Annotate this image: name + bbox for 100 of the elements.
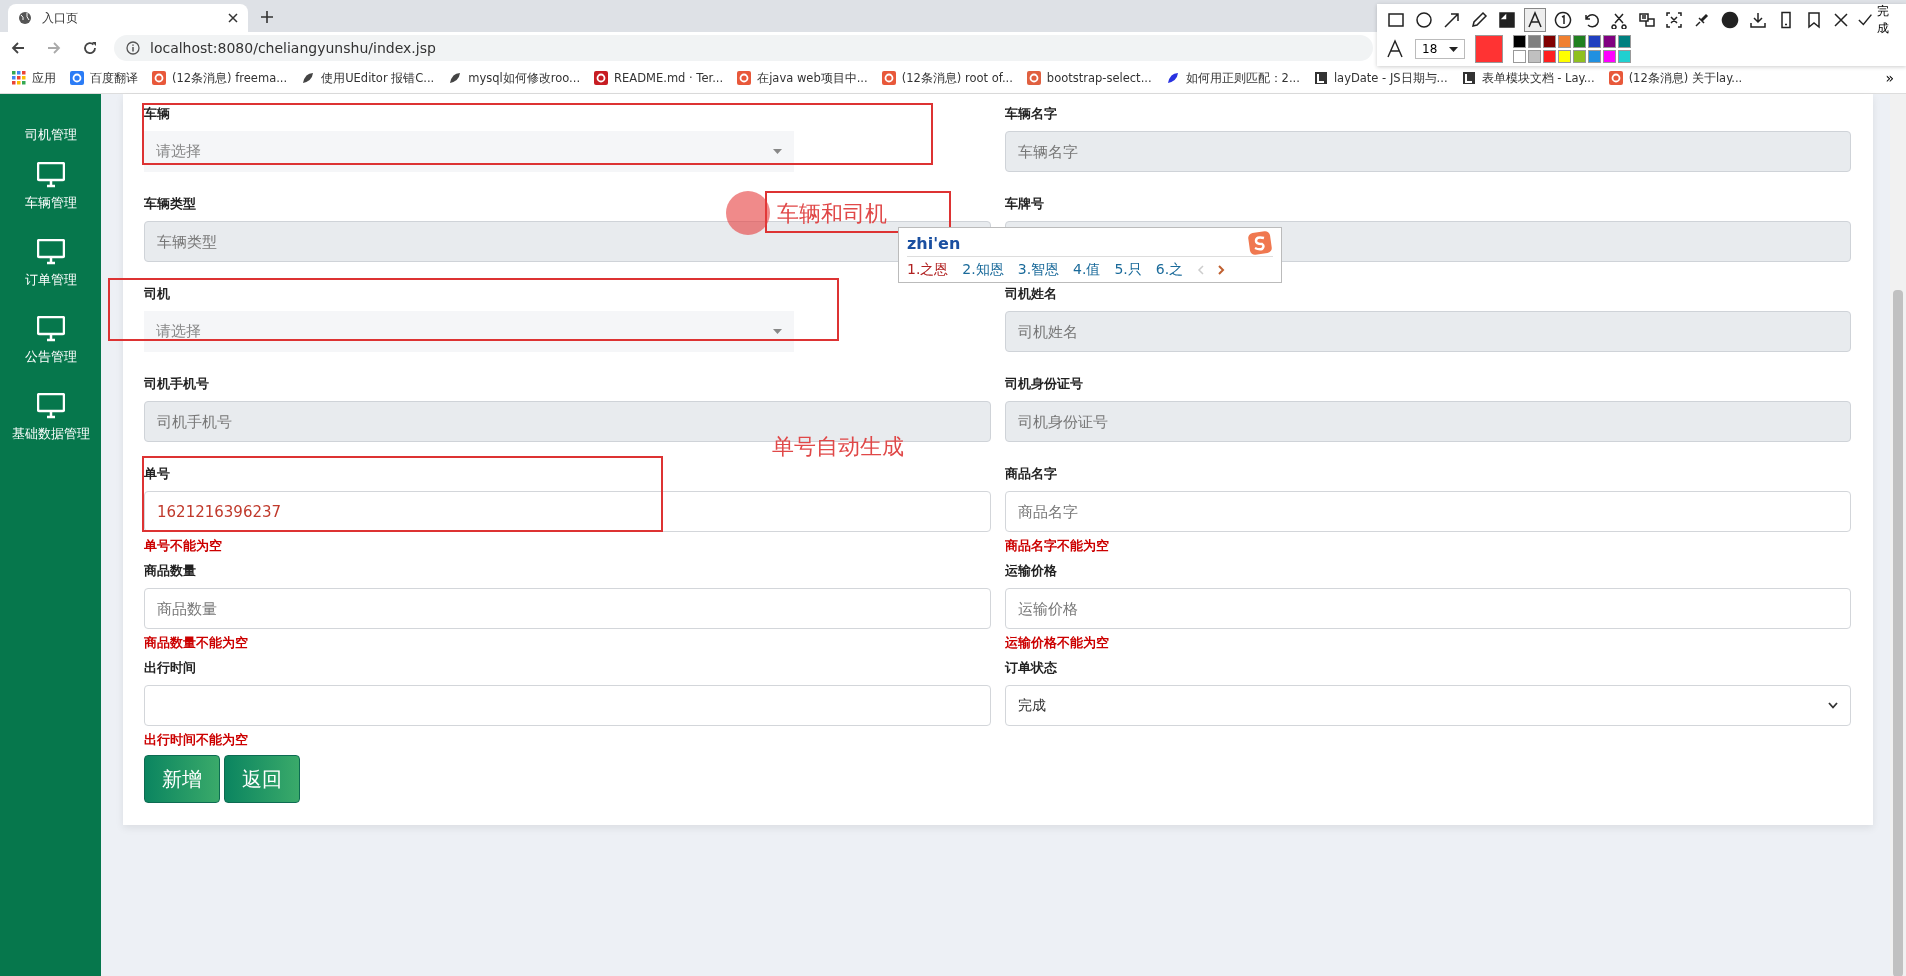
field-label: 司机身份证号 [1004,375,1084,393]
error-message: 商品名字不能为空 [1004,538,1110,555]
color-swatch[interactable] [1543,50,1556,63]
close-icon[interactable] [228,13,238,23]
color-swatch[interactable] [1513,50,1526,63]
scrollbar-thumb[interactable] [1893,290,1903,976]
ime-candidate[interactable]: 1.之恩 [907,261,949,279]
field-label: 车辆类型 [144,195,197,213]
bookmark[interactable]: 表单模块文档 - Lay... [1461,70,1595,86]
color-swatch[interactable] [1513,35,1526,48]
book-icon [1461,71,1476,85]
monitor-icon [36,392,65,419]
ime-candidate[interactable]: 2.知恩 [962,261,1004,279]
bookmark[interactable]: 在java web项目中... [737,70,868,86]
paw-icon [1165,71,1180,85]
monitor-icon [36,238,65,265]
caret-icon [773,149,782,154]
bookmark[interactable]: mysql如何修改roo... [448,70,581,86]
ime-candidate[interactable]: 3.智恩 [1017,261,1060,279]
sidebar-item[interactable]: 车辆管理 [0,148,101,225]
mosaic-icon [1498,11,1517,29]
color-swatch[interactable] [1618,50,1631,63]
sidebar-item[interactable]: 公告管理 [0,302,101,379]
ime-candidate[interactable]: 4.值 [1073,261,1101,279]
field-label: 商品数量 [144,562,197,580]
ime-candidate[interactable]: 6.之 [1155,261,1184,279]
sidebar-item[interactable]: 基础数据管理 [0,379,101,456]
input-field[interactable] [144,685,991,726]
color-swatch[interactable] [1618,35,1631,48]
input-field[interactable]: 1621216396237 [144,491,991,532]
color-swatch[interactable] [1528,35,1541,48]
leaf-icon [301,71,316,85]
color-swatch[interactable] [1558,50,1571,63]
font-size-select[interactable]: 18 [1415,39,1465,59]
color-swatch[interactable] [1603,50,1616,63]
bookmark[interactable]: (12条消息) root of... [881,70,1013,86]
error-message: 商品数量不能为空 [144,635,249,652]
bookmark[interactable]: 应用 [12,70,56,86]
close-icon [1832,11,1851,29]
error-message: 单号不能为空 [144,538,223,555]
bookmark[interactable]: layDate - JS日期与... [1313,70,1448,86]
ime-logo-icon [1247,230,1273,256]
site-logo-icon [70,71,84,85]
font-icon [1385,39,1405,59]
sidebar-item[interactable]: 司机管理 [0,94,101,148]
color-swatch[interactable] [1543,35,1556,48]
color-swatch[interactable] [1558,35,1571,48]
chevron-icon [1828,702,1838,709]
bookmark[interactable]: README.md · Ter... [594,71,724,85]
text-icon [1526,11,1545,29]
color-swatch[interactable] [1588,35,1601,48]
status-dropdown[interactable]: 完成 [1004,685,1851,726]
new-tab-icon[interactable] [260,10,274,24]
caret-icon [773,329,782,334]
book-icon [1313,71,1328,85]
address-field[interactable]: localhost:8080/cheliangyunshu/index.jsp [114,34,1373,61]
ime-candidate[interactable]: 5.只 [1114,261,1142,279]
reload-icon[interactable] [82,39,98,56]
monitor-icon [36,315,65,342]
sidebar-item[interactable]: 订单管理 [0,225,101,302]
frame-icon [1665,11,1684,29]
bookmark[interactable]: 百度翻译 [70,70,138,86]
arrow-icon [1442,11,1461,29]
next-icon[interactable] [1218,265,1226,275]
field-label: 车辆 [144,105,171,123]
site-logo-icon [881,71,896,85]
input-field[interactable]: 商品数量 [144,588,991,629]
scissors-icon [1609,11,1628,29]
color-swatch[interactable] [1528,50,1541,63]
field-label: 商品名字 [1004,465,1058,483]
input-field[interactable]: 运输价格 [1004,588,1851,629]
info-icon [126,40,140,55]
form-button[interactable]: 新增 [144,755,220,803]
record-icon [1721,11,1740,29]
error-message: 运输价格不能为空 [1004,635,1110,652]
check-icon [1858,13,1873,27]
back-icon[interactable] [10,39,26,56]
bookmark[interactable]: 如何用正则匹配：2... [1165,70,1300,86]
color-swatch[interactable] [1603,35,1616,48]
circle-icon [1414,11,1433,29]
tool-button[interactable] [1524,8,1547,32]
bookmark[interactable]: (12条消息) 关于lay... [1608,70,1743,86]
more-bookmarks[interactable]: » [1885,70,1894,86]
field-label: 单号 [144,465,171,483]
color-swatch[interactable] [1588,50,1601,63]
done-button[interactable]: 完成 [1858,3,1899,37]
field-label: 运输价格 [1004,562,1058,580]
bookmark[interactable]: bootstrap-select... [1026,71,1152,85]
leaf-icon [448,71,463,85]
color-swatch[interactable] [1573,35,1586,48]
document-icon [1637,11,1656,29]
bookmark[interactable]: (12条消息) freema... [152,70,288,86]
ime-composition-text: zhi'en [907,233,961,253]
input-field[interactable]: 商品名字 [1004,491,1851,532]
bookmark[interactable]: 使用UEditor 报错C... [301,70,435,86]
site-logo-icon [594,71,609,85]
color-swatch[interactable] [1573,50,1586,63]
form-button[interactable]: 返回 [224,755,300,803]
current-color[interactable] [1475,35,1503,63]
browser-tab[interactable]: 入口页 [8,4,248,32]
